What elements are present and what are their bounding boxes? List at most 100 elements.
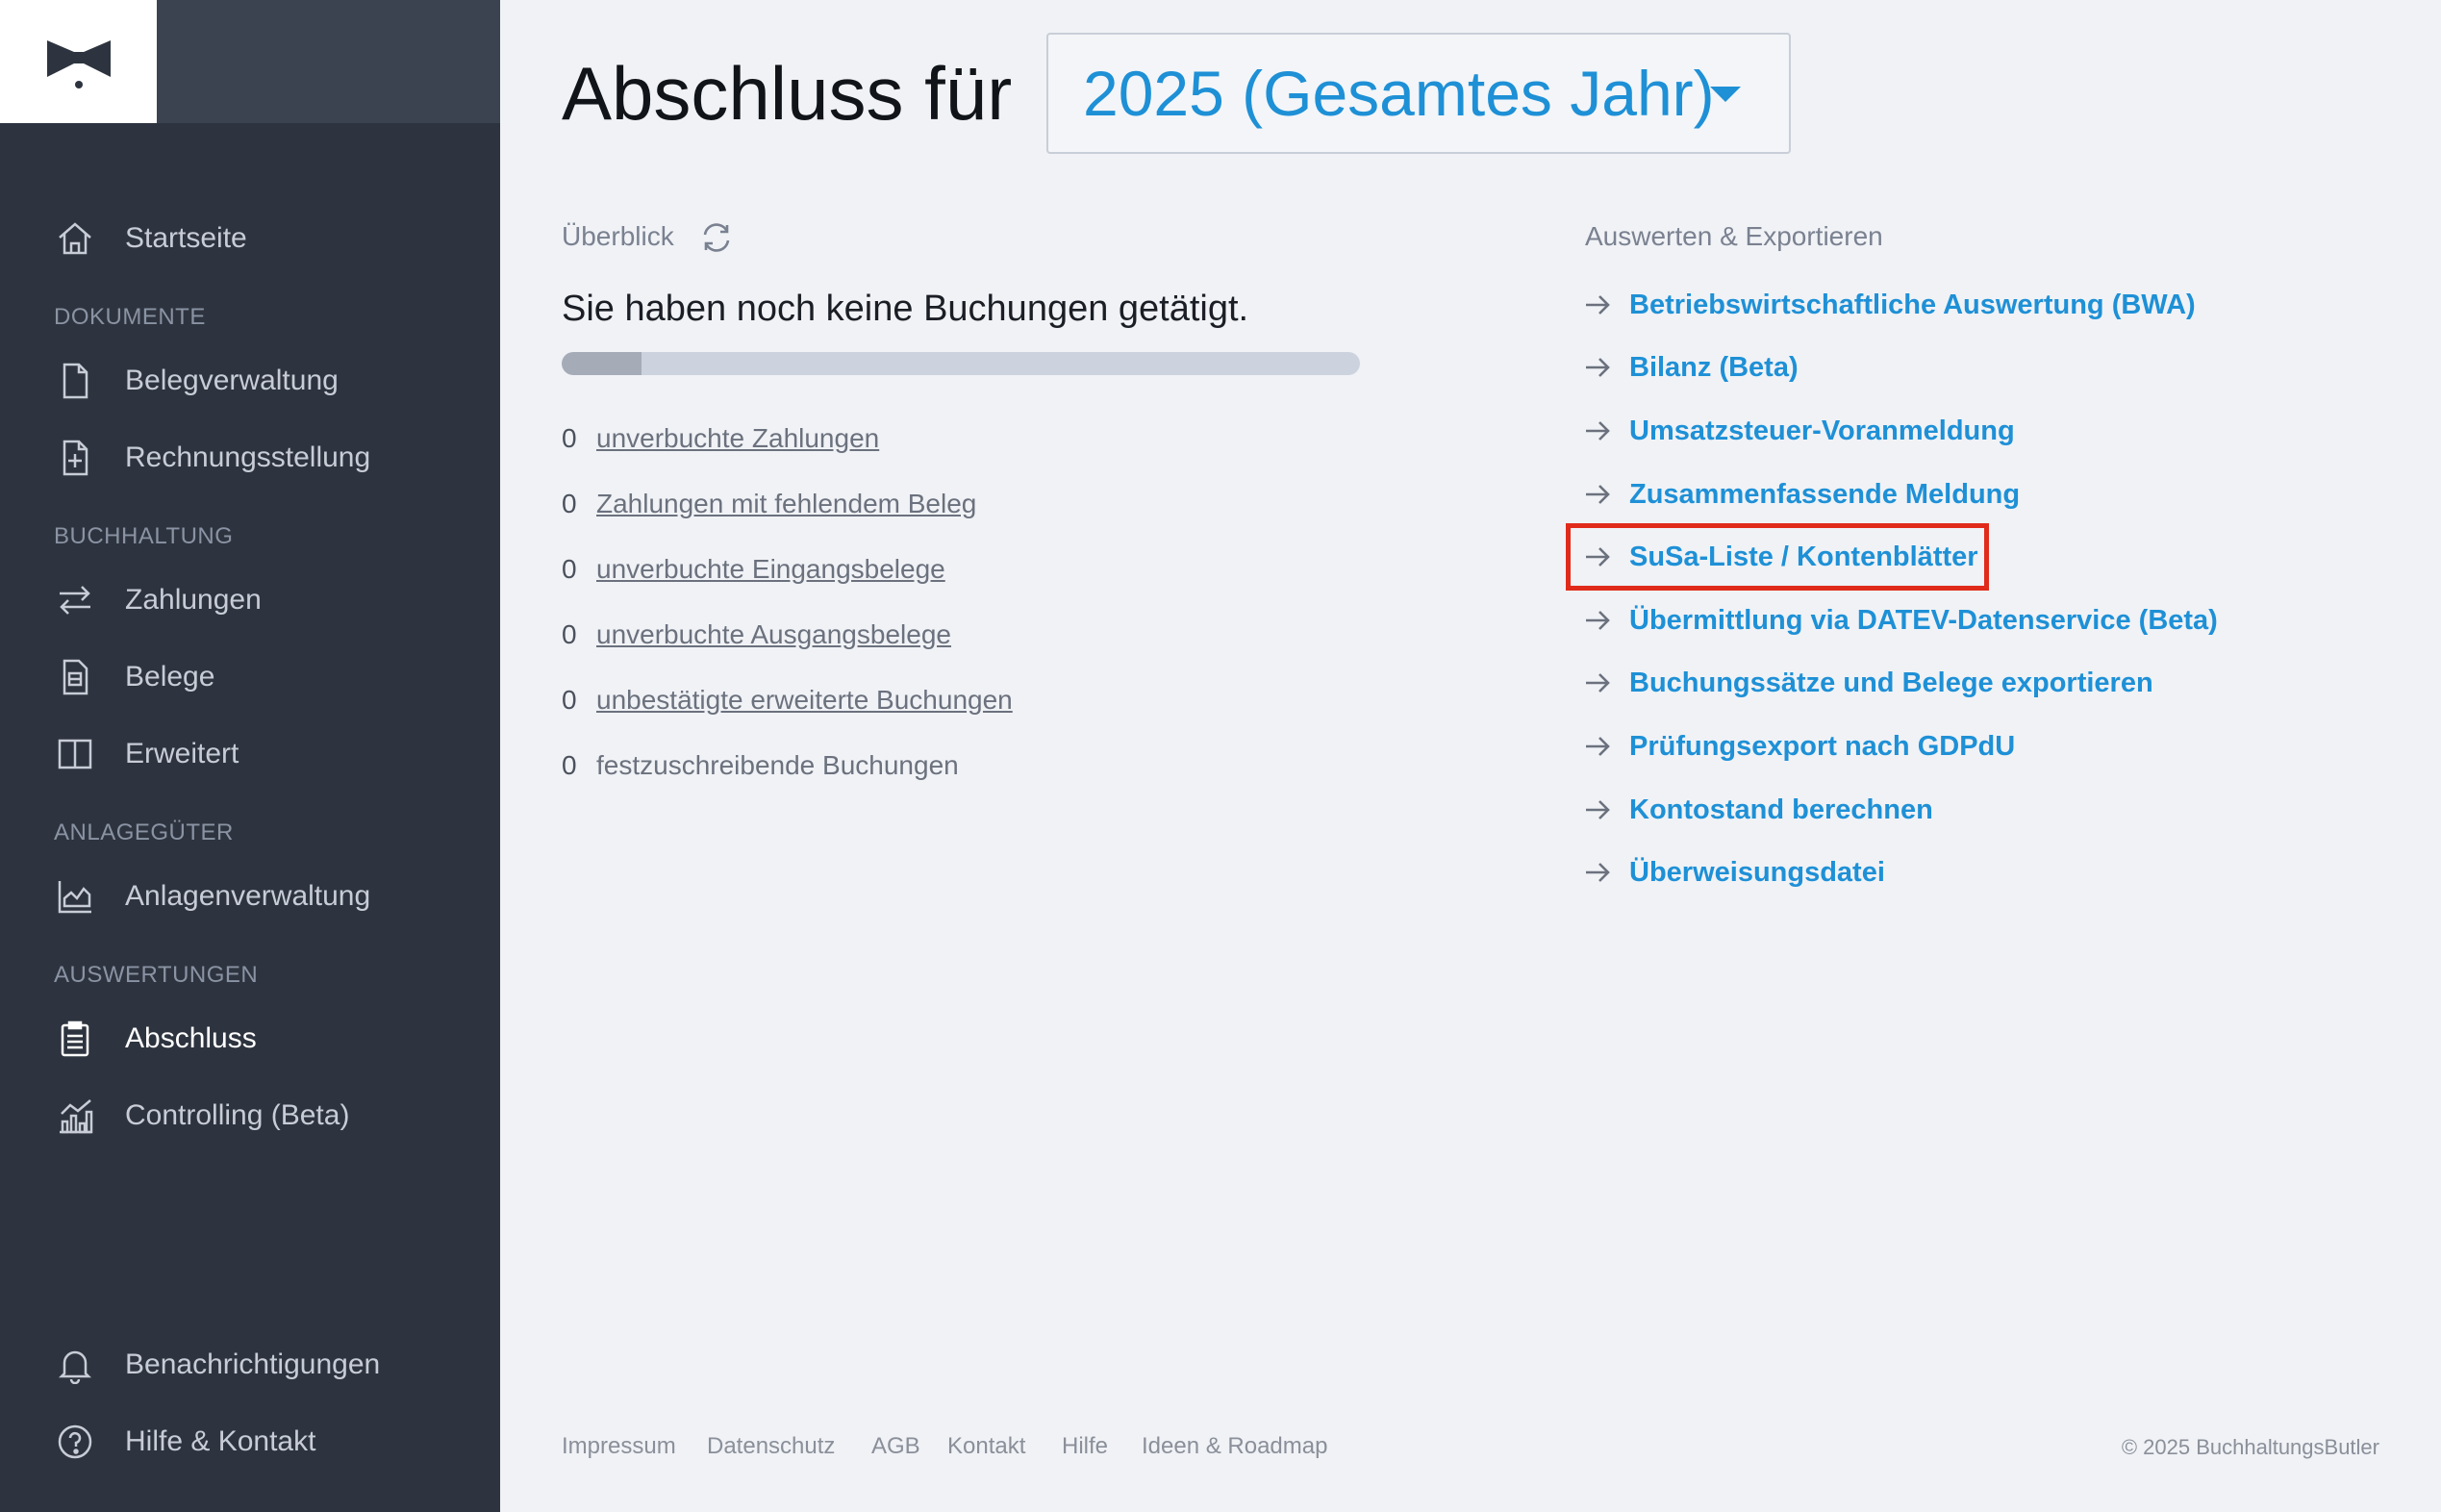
export-link-kontostand[interactable]: Kontostand berechnen — [1583, 787, 1933, 833]
factory-chart-icon — [54, 875, 96, 918]
sidebar-item-label: Belegverwaltung — [125, 365, 339, 396]
export-link-susa-liste[interactable]: SuSa-Liste / Kontenblätter — [1583, 534, 1978, 580]
arrow-right-icon — [1586, 611, 1610, 630]
sidebar-item-label: Anlagenverwaltung — [125, 880, 371, 912]
stat-row-eingangsbelege: 0 unverbuchte Eingangsbelege — [562, 548, 945, 591]
sidebar-section-anlagegueter: ANLAGEGÜTER — [54, 819, 234, 845]
main-content: Abschluss für 2025 (Gesamtes Jahr) Überb… — [500, 0, 2441, 1512]
export-label: Prüfungsexport nach GDPdU — [1629, 730, 2016, 762]
sidebar-item-zahlungen[interactable]: Zahlungen — [0, 571, 500, 629]
sidebar-item-label: Abschluss — [125, 1022, 257, 1054]
help-icon — [54, 1421, 96, 1463]
sidebar-item-belegverwaltung[interactable]: Belegverwaltung — [0, 352, 500, 410]
stat-label: festzuschreibende Buchungen — [596, 750, 959, 780]
sidebar-item-label: Hilfe & Kontakt — [125, 1425, 316, 1457]
columns-icon — [54, 733, 96, 775]
stat-count: 0 — [562, 619, 577, 649]
export-label: Überweisungsdatei — [1629, 856, 1885, 888]
export-link-ueberweisungsdatei[interactable]: Überweisungsdatei — [1583, 849, 1885, 895]
stat-count: 0 — [562, 685, 577, 715]
stat-row-ausgangsbelege: 0 unverbuchte Ausgangsbelege — [562, 614, 951, 656]
footer-link-agb[interactable]: AGB — [871, 1433, 920, 1460]
export-link-zusammenfassende-meldung[interactable]: Zusammenfassende Meldung — [1583, 471, 2020, 517]
arrow-right-icon — [1586, 547, 1610, 567]
footer-link-impressum[interactable]: Impressum — [562, 1433, 676, 1460]
overview-label: Überblick — [562, 221, 674, 251]
sidebar-item-belege[interactable]: Belege — [0, 648, 500, 706]
export-link-gdpdu[interactable]: Prüfungsexport nach GDPdU — [1583, 723, 2015, 769]
sidebar-item-startseite[interactable]: Startseite — [0, 210, 500, 267]
export-link-bwa[interactable]: Betriebswirtschaftliche Auswertung (BWA) — [1583, 282, 2196, 328]
sidebar: Startseite DOKUMENTE Belegverwaltung Rec… — [0, 0, 500, 1512]
sidebar-item-label: Zahlungen — [125, 584, 262, 616]
bell-icon — [54, 1344, 96, 1386]
no-bookings-message: Sie haben noch keine Buchungen getätigt. — [562, 289, 1249, 329]
arrow-right-icon — [1586, 673, 1610, 693]
export-label: Zusammenfassende Meldung — [1629, 478, 2021, 510]
sidebar-item-benachrichtigungen[interactable]: Benachrichtigungen — [0, 1336, 500, 1394]
export-link-datev-datenservice[interactable]: Übermittlung via DATEV-Datenservice (Bet… — [1583, 597, 2218, 643]
stat-row-unverbuchte-zahlungen: 0 unverbuchte Zahlungen — [562, 417, 879, 460]
sidebar-item-label: Erweitert — [125, 738, 239, 769]
stat-row-erweiterte-buchungen: 0 unbestätigte erweiterte Buchungen — [562, 679, 1013, 721]
export-label: Übermittlung via DATEV-Datenservice (Bet… — [1629, 604, 2218, 636]
arrow-right-icon — [1586, 800, 1610, 819]
sidebar-item-label: Controlling (Beta) — [125, 1099, 350, 1131]
page-title: Abschluss für — [562, 51, 1013, 136]
sidebar-item-erweitert[interactable]: Erweitert — [0, 725, 500, 783]
stat-link[interactable]: unverbuchte Ausgangsbelege — [596, 619, 951, 650]
footer-link-datenschutz[interactable]: Datenschutz — [707, 1433, 835, 1460]
export-label: Bilanz (Beta) — [1629, 351, 1799, 383]
document-icon — [54, 360, 96, 402]
footer-link-ideen-roadmap[interactable]: Ideen & Roadmap — [1142, 1433, 1327, 1460]
year-select-value: 2025 (Gesamtes Jahr) — [1083, 58, 1715, 129]
export-link-bilanz[interactable]: Bilanz (Beta) — [1583, 344, 1799, 391]
bowtie-logo-icon — [46, 40, 111, 88]
sidebar-item-label: Rechnungsstellung — [125, 441, 371, 473]
logo[interactable] — [0, 0, 157, 123]
progress-bar — [562, 352, 1360, 375]
sidebar-item-controlling[interactable]: Controlling (Beta) — [0, 1087, 500, 1145]
footer-link-kontakt[interactable]: Kontakt — [947, 1433, 1025, 1460]
arrow-right-icon — [1586, 421, 1610, 441]
stat-link[interactable]: unverbuchte Zahlungen — [596, 423, 879, 454]
export-label: Buchungssätze und Belege exportieren — [1629, 667, 2153, 698]
stat-link[interactable]: unverbuchte Eingangsbelege — [596, 554, 945, 585]
arrow-right-icon — [1586, 737, 1610, 756]
caret-down-icon — [1710, 87, 1741, 102]
refresh-icon[interactable] — [700, 221, 733, 254]
stat-row-festzuschreibende: 0 festzuschreibende Buchungen — [562, 744, 959, 787]
export-link-buchungssaetze[interactable]: Buchungssätze und Belege exportieren — [1583, 660, 2153, 706]
arrow-right-icon — [1586, 485, 1610, 504]
sidebar-section-dokumente: DOKUMENTE — [54, 304, 206, 330]
export-label: Betriebswirtschaftliche Auswertung (BWA) — [1629, 289, 2196, 320]
sidebar-item-rechnungsstellung[interactable]: Rechnungsstellung — [0, 429, 500, 487]
arrow-right-icon — [1586, 863, 1610, 882]
stat-link[interactable]: Zahlungen mit fehlendem Beleg — [596, 489, 976, 519]
arrow-right-icon — [1586, 358, 1610, 377]
clipboard-icon — [54, 1018, 96, 1060]
stat-row-fehlender-beleg: 0 Zahlungen mit fehlendem Beleg — [562, 483, 976, 525]
sidebar-item-hilfe-kontakt[interactable]: Hilfe & Kontakt — [0, 1413, 500, 1471]
bar-chart-icon — [54, 1095, 96, 1137]
year-select[interactable]: 2025 (Gesamtes Jahr) — [1046, 33, 1791, 154]
stat-count: 0 — [562, 423, 577, 453]
footer-link-hilfe[interactable]: Hilfe — [1062, 1433, 1108, 1460]
receipt-icon — [54, 656, 96, 698]
sidebar-item-anlagenverwaltung[interactable]: Anlagenverwaltung — [0, 868, 500, 925]
export-label: SuSa-Liste / Kontenblätter — [1629, 541, 1978, 572]
copyright: © 2025 BuchhaltungsButler — [2121, 1435, 2379, 1459]
stat-count: 0 — [562, 489, 577, 518]
sidebar-item-label: Belege — [125, 661, 215, 693]
exports-label: Auswerten & Exportieren — [1585, 221, 1883, 251]
document-plus-icon — [54, 437, 96, 479]
sidebar-item-label: Startseite — [125, 222, 247, 254]
sidebar-item-label: Benachrichtigungen — [125, 1348, 381, 1380]
export-link-ust-voranmeldung[interactable]: Umsatzsteuer-Voranmeldung — [1583, 408, 2015, 454]
sidebar-item-abschluss[interactable]: Abschluss — [0, 1010, 500, 1068]
progress-fill — [562, 352, 642, 375]
export-label: Kontostand berechnen — [1629, 794, 1933, 825]
home-icon — [54, 217, 96, 260]
sidebar-section-auswertungen: AUSWERTUNGEN — [54, 962, 259, 988]
stat-link[interactable]: unbestätigte erweiterte Buchungen — [596, 685, 1013, 716]
